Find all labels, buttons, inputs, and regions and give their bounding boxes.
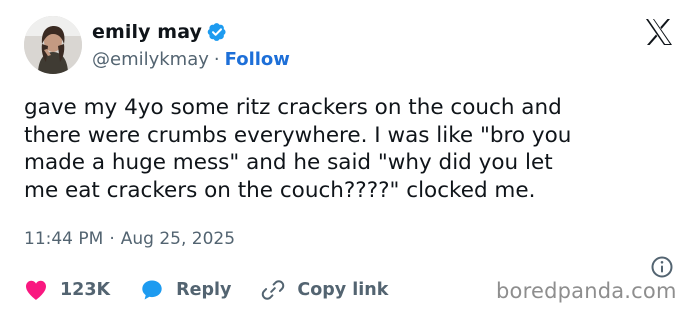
speech-bubble-icon [142, 280, 162, 300]
tweet-timestamp[interactable]: 11:44 PM · Aug 25, 2025 [24, 229, 235, 249]
reply-button[interactable]: Reply [140, 278, 231, 302]
tweet-text: gave my 4yo some ritz crackers on the co… [24, 95, 572, 203]
follow-button[interactable]: Follow [225, 49, 290, 70]
tweet-time: 11:44 PM [24, 229, 104, 249]
copy-link-button[interactable]: Copy link [261, 278, 388, 302]
like-button[interactable]: 123K [24, 279, 110, 301]
link-icon [262, 280, 285, 300]
tweet-card: emily may @emilykmay · Follow gave my 4y… [0, 0, 700, 318]
author-handle-row: @emilykmay · Follow [92, 49, 290, 70]
reply-label: Reply [176, 280, 232, 300]
copy-link-label: Copy link [297, 280, 389, 300]
author-handle[interactable]: @emilykmay [92, 49, 209, 70]
handle-separator: · [213, 49, 220, 70]
like-count: 123K [60, 280, 111, 300]
author-display-name[interactable]: emily may [92, 21, 202, 43]
info-icon[interactable] [650, 255, 674, 279]
x-logo-icon[interactable] [644, 18, 674, 46]
author-name-row: emily may [92, 21, 227, 43]
boredpanda-watermark: boredpanda.com [496, 279, 677, 303]
avatar[interactable] [24, 16, 82, 74]
verified-badge-icon [207, 22, 227, 42]
heart-icon [26, 280, 46, 300]
tweet-actions: 123K Reply Copy link [24, 278, 418, 302]
timestamp-separator: · [109, 229, 115, 249]
tweet-date: Aug 25, 2025 [120, 229, 236, 249]
